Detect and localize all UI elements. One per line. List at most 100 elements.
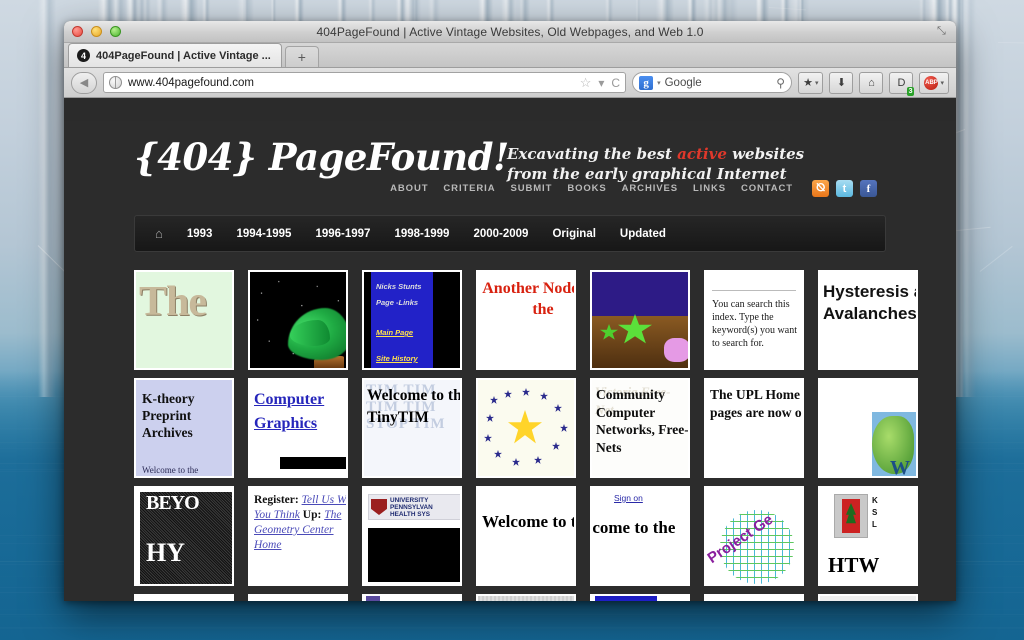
- site-tagline: Excavating the best active websites from…: [507, 144, 804, 184]
- thumbnail-beyond-hypertext[interactable]: BEYO HY: [134, 486, 234, 586]
- search-icon[interactable]: ⚲: [776, 76, 785, 90]
- tree-icon: [842, 499, 860, 533]
- thumbnail-grid: The Nicks Stunts Page -Links Main Page S…: [134, 270, 954, 601]
- address-bar[interactable]: www.404pagefound.com ☆ ▾ C: [103, 72, 627, 93]
- thumbnail-green-hand[interactable]: [248, 270, 348, 370]
- thumb-link: Sign on: [614, 493, 643, 503]
- year-navigation-bar: ⌂ 1993 1994-1995 1996-1997 1998-1999 200…: [134, 215, 886, 252]
- adblock-icon: ABP: [924, 75, 939, 90]
- thumbnail-tinytim[interactable]: TIM TIM TIM TIM STOP TIM Welcome to the …: [362, 378, 462, 478]
- home-icon[interactable]: ⌂: [155, 226, 163, 241]
- stanford-ksl-logo: [834, 494, 868, 538]
- thumb-text: K-theory Preprint Archives: [142, 391, 195, 440]
- bookmark-star-icon[interactable]: ☆: [580, 75, 592, 91]
- twitter-icon[interactable]: t: [836, 180, 853, 197]
- year-nav-2000-2009[interactable]: 2000-2009: [473, 228, 528, 240]
- tab-label: 404PageFound | Active Vintage ...: [96, 49, 271, 62]
- thumbnail-row4-5[interactable]: [704, 594, 804, 601]
- purple-bar-graphic: [366, 596, 380, 601]
- thumbnail-upl-home[interactable]: The UPL Home pages are now on: [704, 378, 804, 478]
- year-nav-1994-1995[interactable]: 1994-1995: [236, 228, 291, 240]
- thumbnail-row4-1[interactable]: [248, 594, 348, 601]
- chevron-down-icon[interactable]: ▾: [598, 76, 604, 90]
- thumb-text: The UPL Home pages are now on: [710, 387, 802, 420]
- thumbnail-welcome[interactable]: Welcome to the: [476, 486, 576, 586]
- facebook-icon[interactable]: f: [860, 180, 877, 197]
- thumbnail-alice-through[interactable]: Alice Through the: [134, 594, 234, 601]
- thumb-text: Welcome to the TinyTIM: [367, 387, 460, 426]
- star-graphic-small: [494, 450, 502, 458]
- tagline-part2: websites: [726, 145, 805, 163]
- downloads-button[interactable]: ⬇: [829, 71, 854, 94]
- new-tab-button[interactable]: +: [284, 46, 319, 67]
- reload-icon[interactable]: C: [611, 76, 620, 90]
- browser-tab-active[interactable]: 4 404PageFound | Active Vintage ...: [68, 43, 282, 67]
- year-nav-1993[interactable]: 1993: [187, 228, 213, 240]
- thumbnail-row4-4[interactable]: [590, 594, 690, 601]
- site-logo[interactable]: {404} PageFound!: [134, 139, 509, 176]
- rss-icon[interactable]: ⦰: [812, 180, 829, 197]
- thumbnail-tree[interactable]: W: [818, 378, 918, 478]
- extension-button[interactable]: D 3: [889, 71, 915, 96]
- star-graphic-small: [540, 392, 548, 400]
- thumbnail-stars[interactable]: [476, 378, 576, 478]
- star-graphic-small: [554, 404, 562, 412]
- thumbnail-computer-graphics[interactable]: Computer Graphics: [248, 378, 348, 478]
- thumb-text: HTW: [828, 553, 880, 577]
- thumbnail-geometry-center[interactable]: Register: Tell Us What You Think Up: The…: [248, 486, 348, 586]
- thumbnail-ksl-htw[interactable]: KSL HTW: [818, 486, 918, 586]
- thumb-text: Another Node On the: [482, 280, 574, 318]
- thumbnail-another-node[interactable]: Another Node On the: [476, 270, 576, 370]
- nav-item-submit[interactable]: SUBMIT: [510, 183, 552, 194]
- browser-window: 404PageFound | Active Vintage Websites, …: [64, 21, 956, 601]
- address-bar-icons: ☆ ▾ C: [580, 75, 620, 91]
- nav-item-contact[interactable]: CONTACT: [741, 183, 793, 194]
- thumbnail-search-index[interactable]: You can search this index. Type the keyw…: [704, 270, 804, 370]
- back-button[interactable]: ◀: [71, 71, 97, 94]
- thumb-text: W: [890, 457, 910, 476]
- globe-icon: [109, 76, 122, 89]
- thumbnail-the[interactable]: The: [134, 270, 234, 370]
- thumbnail-row4-2[interactable]: [362, 594, 462, 601]
- thumbnail-row4-3[interactable]: [476, 594, 576, 601]
- adblock-button[interactable]: ABP ▾: [919, 71, 949, 94]
- year-nav-1998-1999[interactable]: 1998-1999: [394, 228, 449, 240]
- thumbnail-k-theory[interactable]: K-theory Preprint Archives Welcome to th…: [134, 378, 234, 478]
- fullscreen-icon[interactable]: ⤡: [937, 26, 948, 37]
- thumb-text: You can search this index. Type the keyw…: [712, 299, 797, 349]
- window-title: 404PageFound | Active Vintage Websites, …: [316, 24, 704, 39]
- nav-item-criteria[interactable]: CRITERIA: [443, 183, 495, 194]
- page-viewport: {404} PageFound! Excavating the best act…: [64, 121, 956, 601]
- divider: [712, 290, 796, 291]
- thumb-text: Welcome to the: [592, 518, 676, 537]
- primary-nav: ABOUT CRITERIA SUBMIT BOOKS ARCHIVES LIN…: [390, 180, 877, 197]
- thumbnail-sign-on[interactable]: Sign on Welcome to the: [590, 486, 690, 586]
- thumbnail-penn-health-system[interactable]: UNIVERSITY PENNSYLVAN HEALTH SYS: [362, 486, 462, 586]
- thumbnail-purple-star-scene[interactable]: [590, 270, 690, 370]
- tagline-highlight: active: [677, 145, 727, 163]
- star-graphic-small: [512, 458, 520, 466]
- thumb-label-register: Register:: [254, 494, 302, 506]
- black-bar-graphic: [280, 457, 346, 469]
- chevron-down-icon: ▾: [814, 79, 819, 87]
- thumbnail-hysteresis[interactable]: Hysteresis and Avalanches: [818, 270, 918, 370]
- thumbnail-community-computer-networks[interactable]: Victoria Free-Net Community Computer Net…: [590, 378, 690, 478]
- search-input[interactable]: g ▾ Google ⚲: [632, 72, 793, 93]
- home-button[interactable]: ⌂: [859, 71, 884, 94]
- year-nav-1996-1997[interactable]: 1996-1997: [315, 228, 370, 240]
- thumb-line1: Nicks Stunts: [376, 282, 422, 291]
- thumb-text: Hysteresis and Avalanches: [823, 282, 916, 323]
- nav-item-about[interactable]: ABOUT: [390, 183, 428, 194]
- thumbnail-row4-6[interactable]: [818, 594, 918, 601]
- year-nav-updated[interactable]: Updated: [620, 228, 666, 240]
- speckle-texture-graphic: [820, 596, 916, 601]
- nav-item-links[interactable]: LINKS: [693, 183, 726, 194]
- year-nav-original[interactable]: Original: [552, 228, 595, 240]
- nav-item-books[interactable]: BOOKS: [567, 183, 606, 194]
- chevron-down-icon[interactable]: ▾: [657, 79, 661, 87]
- bookmarks-button[interactable]: ★ ▾: [798, 71, 824, 94]
- thumbnail-project-geosim[interactable]: Project Ge: [704, 486, 804, 586]
- chevron-down-icon: ▾: [940, 79, 944, 87]
- thumbnail-nicks-stunts[interactable]: Nicks Stunts Page -Links Main Page Site …: [362, 270, 462, 370]
- nav-item-archives[interactable]: ARCHIVES: [622, 183, 678, 194]
